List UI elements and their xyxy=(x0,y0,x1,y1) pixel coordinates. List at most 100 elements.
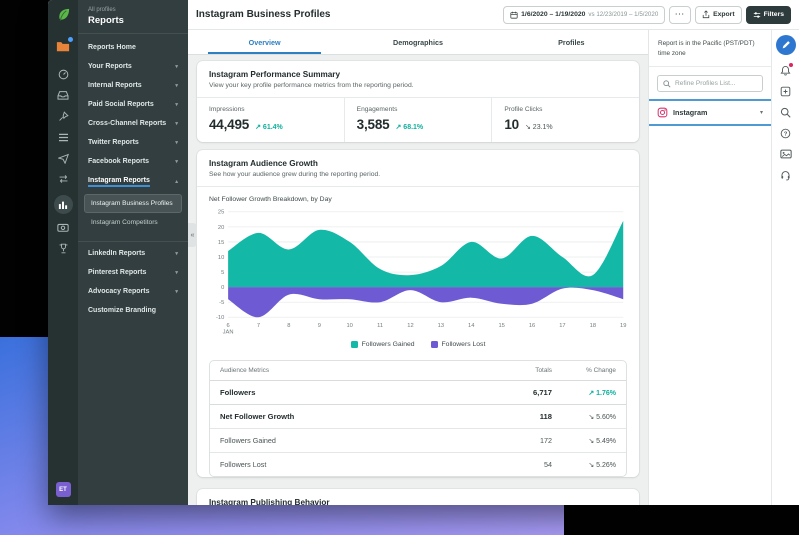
chevron-down-icon: ▾ xyxy=(175,159,178,165)
sidebar-item-instagram-competitors[interactable]: Instagram Competitors xyxy=(84,213,182,232)
chevron-down-icon: ▾ xyxy=(175,121,178,127)
filters-button[interactable]: Filters xyxy=(746,6,791,24)
summary-title: Instagram Performance Summary xyxy=(209,70,627,79)
notifications-bell-icon[interactable] xyxy=(779,64,792,76)
table-row: Followers 6,717 ↗ 1.76% xyxy=(210,380,626,404)
sidebar-item-advocacy-reports[interactable]: Advocacy Reports▾ xyxy=(78,282,188,301)
svg-text:25: 25 xyxy=(218,210,224,216)
chevron-down-icon: ▾ xyxy=(175,64,178,70)
collapse-panel-handle[interactable] xyxy=(188,223,197,247)
export-icon xyxy=(702,10,710,19)
sidebar-item-linkedin-reports[interactable]: LinkedIn Reports▾ xyxy=(78,241,188,263)
pencil-icon xyxy=(781,40,791,50)
sidebar-item-your-reports[interactable]: Your Reports▾ xyxy=(78,57,188,76)
tab-overview[interactable]: Overview xyxy=(188,30,341,54)
svg-text:7: 7 xyxy=(257,323,260,329)
report-tabs: Overview Demographics Profiles xyxy=(188,30,648,55)
sidebar-item-cross-channel-reports[interactable]: Cross-Channel Reports▾ xyxy=(78,114,188,133)
chevron-up-icon: ▴ xyxy=(175,179,178,185)
chart-label: Net Follower Growth Breakdown, by Day xyxy=(197,186,639,205)
report-scroll-area[interactable]: Instagram Performance Summary View your … xyxy=(188,55,648,505)
add-square-icon[interactable] xyxy=(779,85,792,97)
trophy-icon[interactable] xyxy=(56,242,70,254)
support-headset-icon[interactable] xyxy=(779,169,792,181)
instagram-profile-group[interactable]: Instagram ▾ xyxy=(649,99,771,126)
table-header-row: Audience Metrics Totals % Change xyxy=(210,361,626,380)
chevron-down-icon: ▾ xyxy=(175,83,178,89)
search-input[interactable] xyxy=(675,80,757,87)
sidebar-item-internal-reports[interactable]: Internal Reports▾ xyxy=(78,76,188,95)
media-card-icon[interactable] xyxy=(779,148,792,160)
tab-demographics[interactable]: Demographics xyxy=(341,30,494,54)
help-icon[interactable]: ? xyxy=(779,127,792,139)
svg-text:-10: -10 xyxy=(216,315,224,321)
audience-metrics-table: Audience Metrics Totals % Change Followe… xyxy=(209,360,627,477)
chevron-down-icon: ▾ xyxy=(175,102,178,108)
publishing-behavior-card: Instagram Publishing Behavior View the d… xyxy=(197,489,639,505)
svg-text:12: 12 xyxy=(407,323,413,329)
svg-text:17: 17 xyxy=(559,323,565,329)
paper-plane-icon[interactable] xyxy=(56,152,70,164)
sidebar-item-customize-branding[interactable]: Customize Branding xyxy=(78,301,188,320)
chevron-down-icon: ▾ xyxy=(175,251,178,257)
svg-text:10: 10 xyxy=(218,255,224,261)
performance-summary-card: Instagram Performance Summary View your … xyxy=(197,61,639,142)
legend-followers-lost: Followers Lost xyxy=(431,341,486,348)
search-icon[interactable] xyxy=(779,106,792,118)
svg-text:19: 19 xyxy=(620,323,626,329)
inbox-icon[interactable] xyxy=(56,89,70,101)
sprout-logo-icon[interactable] xyxy=(56,7,71,27)
refine-profiles-search[interactable] xyxy=(657,75,763,92)
timezone-note: Report is in the Pacific (PST/PDT) time … xyxy=(649,30,771,67)
compose-button[interactable] xyxy=(776,35,796,55)
folder-icon[interactable] xyxy=(56,39,70,57)
chart-legend: Followers Gained Followers Lost xyxy=(197,337,639,358)
summary-subtitle: View your key profile performance metric… xyxy=(209,82,627,89)
pin-icon[interactable] xyxy=(56,110,70,122)
change-up-indicator: ↗ 61.4% xyxy=(255,123,283,131)
camera-icon[interactable] xyxy=(56,221,70,233)
sidebar-item-reports-home[interactable]: Reports Home xyxy=(78,38,188,57)
metric-profile-clicks: Profile Clicks 10 ↘ 23.1% xyxy=(491,98,639,142)
export-button[interactable]: Export xyxy=(695,6,742,24)
sidebar-item-instagram-business-profiles[interactable]: Instagram Business Profiles xyxy=(84,194,182,213)
more-options-button[interactable] xyxy=(669,6,691,24)
legend-followers-gained: Followers Gained xyxy=(351,341,415,348)
svg-text:15: 15 xyxy=(218,240,224,246)
svg-text:8: 8 xyxy=(287,323,290,329)
profile-group-label: Instagram xyxy=(673,108,707,117)
svg-text:20: 20 xyxy=(218,225,224,231)
avatar[interactable]: ET xyxy=(56,482,71,497)
app-window: ET All profiles Reports Reports Home You… xyxy=(48,0,799,505)
teal-swatch xyxy=(351,341,358,348)
page-title: Instagram Business Profiles xyxy=(196,9,499,20)
svg-text:15: 15 xyxy=(498,323,504,329)
change-down-indicator: ↘ 23.1% xyxy=(525,123,553,131)
net-follower-growth-chart: 2520151050-5-10678910111213141516171819J… xyxy=(207,207,629,337)
svg-text:10: 10 xyxy=(346,323,352,329)
sidebar-title: Reports xyxy=(88,15,178,26)
gauge-icon[interactable] xyxy=(56,68,70,80)
instagram-reports-submenu: Instagram Business Profiles Instagram Co… xyxy=(78,193,188,238)
publishing-title: Instagram Publishing Behavior xyxy=(209,498,627,505)
svg-text:18: 18 xyxy=(590,323,596,329)
tab-profiles[interactable]: Profiles xyxy=(495,30,648,54)
sidebar-item-twitter-reports[interactable]: Twitter Reports▾ xyxy=(78,133,188,152)
report-header: Instagram Business Profiles 1/6/2020 – 1… xyxy=(188,0,799,30)
svg-text:16: 16 xyxy=(529,323,535,329)
reports-sidebar: All profiles Reports Reports Home Your R… xyxy=(78,0,188,505)
sidebar-item-paid-social-reports[interactable]: Paid Social Reports▾ xyxy=(78,95,188,114)
chevron-down-icon: ▾ xyxy=(175,289,178,295)
bar-chart-icon[interactable] xyxy=(54,195,73,214)
profiles-filter-panel: Report is in the Pacific (PST/PDT) time … xyxy=(648,30,771,505)
sidebar-item-pinterest-reports[interactable]: Pinterest Reports▾ xyxy=(78,263,188,282)
sidebar-item-facebook-reports[interactable]: Facebook Reports▾ xyxy=(78,152,188,171)
notification-dot xyxy=(68,37,73,42)
chevron-down-icon: ▾ xyxy=(760,109,763,116)
table-row: Followers Gained 172 ↘ 5.49% xyxy=(210,428,626,452)
sidebar-item-instagram-reports[interactable]: Instagram Reports▴ xyxy=(78,171,188,193)
table-row: Followers Lost 54 ↘ 5.26% xyxy=(210,452,626,476)
date-range-button[interactable]: 1/6/2020 – 1/19/2020 vs 12/23/2019 – 1/5… xyxy=(503,6,665,24)
list-icon[interactable] xyxy=(56,131,70,143)
arrows-icon[interactable] xyxy=(56,173,70,185)
